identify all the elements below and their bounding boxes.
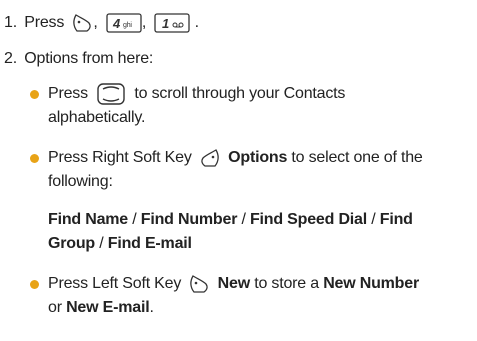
svg-text:ghi: ghi — [123, 22, 132, 29]
step-2: 2. Options from here: — [4, 48, 153, 70]
step-number: 1. — [4, 14, 17, 32]
manual-page: 1. Press , 4 ghi , 1 . 2. Options from h… — [0, 0, 477, 341]
bullet-item-new: Press Left Soft Key New to store a New N… — [30, 272, 468, 320]
step-number: 2. — [4, 50, 17, 67]
bullet-dot — [30, 90, 39, 99]
bullet-item-scroll: Press to scroll through your Contacts al… — [30, 82, 468, 130]
svg-text:1: 1 — [162, 16, 169, 31]
left-soft-key-icon — [73, 14, 92, 32]
left-soft-key-icon — [190, 274, 209, 293]
right-soft-key-icon — [201, 148, 219, 167]
find-options-list: Find Name / Find Number / Find Speed Dia… — [48, 211, 413, 252]
bullet-dot — [30, 154, 39, 163]
bullet-dot — [30, 280, 39, 289]
step-text: Options from here: — [24, 50, 154, 67]
press-text: Press — [24, 14, 65, 32]
svg-text:4: 4 — [112, 16, 121, 31]
key-1-voicemail-icon: 1 — [154, 13, 191, 33]
navigation-key-icon — [97, 83, 125, 105]
key-4-ghi-icon: 4 ghi — [106, 13, 142, 33]
bullet-item-options: Press Right Soft Key Options to select o… — [30, 146, 468, 194]
step-1: 1. Press , 4 ghi , 1 . — [4, 12, 199, 34]
